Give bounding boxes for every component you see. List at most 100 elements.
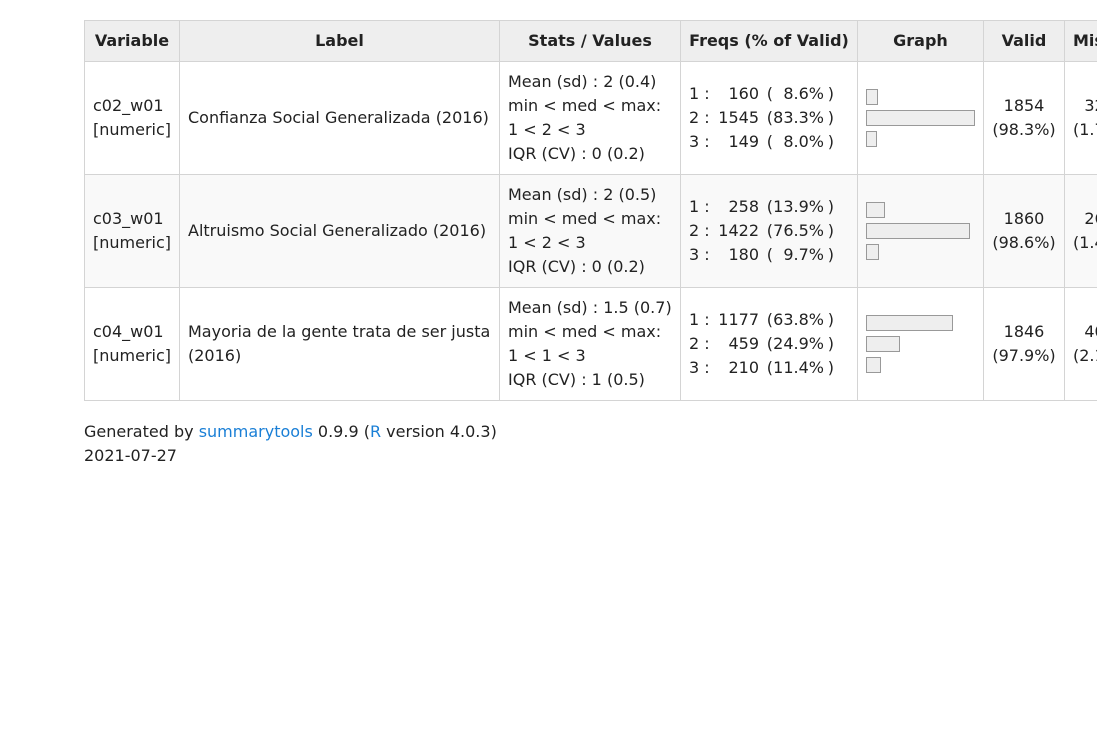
freq-level: 2 : — [689, 221, 710, 240]
valid-percent: (98.6%) — [992, 233, 1056, 252]
header-stats: Stats / Values — [499, 20, 681, 62]
table-row: c03_w01 [numeric] Altruismo Social Gener… — [84, 174, 1097, 288]
stats-line: min < med < max: — [508, 209, 662, 228]
freq-bar — [866, 89, 878, 105]
graph-cell — [857, 287, 984, 401]
freq-row: 3 : 180 ( 9.7% ) — [689, 243, 849, 267]
freq-bar — [866, 110, 975, 126]
freq-paren-close: ) — [827, 197, 834, 216]
freq-paren-open: ( — [766, 358, 773, 377]
freq-percent: 83.3% — [773, 108, 824, 127]
freq-percent: 24.9% — [773, 334, 824, 353]
freq-count: 160 — [728, 84, 759, 103]
freq-row: 1 : 1177 ( 63.8% ) — [689, 308, 849, 332]
freq-row: 1 : 258 ( 13.9% ) — [689, 195, 849, 219]
stats-line: 1 < 2 < 3 — [508, 233, 586, 252]
missing-count: 32 — [1084, 96, 1097, 115]
variable-cell: c02_w01 [numeric] — [84, 61, 180, 175]
missing-percent: (1.4%) — [1073, 233, 1097, 252]
freq-paren-close: ) — [827, 310, 834, 329]
header-variable: Variable — [84, 20, 180, 62]
valid-count: 1860 — [1003, 209, 1045, 228]
missing-count: 26 — [1084, 209, 1097, 228]
freq-level: 2 : — [689, 108, 710, 127]
freq-count: 210 — [728, 358, 759, 377]
freq-paren-open: ( — [766, 245, 773, 264]
stats-line: Mean (sd) : 2 (0.5) — [508, 185, 657, 204]
freq-row: 2 : 1422 ( 76.5% ) — [689, 219, 849, 243]
freq-count: 459 — [728, 334, 759, 353]
freqs-cell: 1 : 1177 ( 63.8% ) 2 : 459 ( 24.9% ) 3:… — [680, 287, 858, 401]
stats-line: 1 < 1 < 3 — [508, 346, 586, 365]
table-row: c04_w01 [numeric] Mayoria de la gente tr… — [84, 287, 1097, 401]
freq-level: 3 : — [689, 245, 710, 264]
freq-bar — [866, 336, 900, 352]
missing-percent: (2.1%) — [1073, 346, 1097, 365]
footer-pkg-version: 0.9.9 ( — [312, 422, 370, 441]
stats-line: Mean (sd) : 2 (0.4) — [508, 72, 657, 91]
header-freqs: Freqs (% of Valid) — [680, 20, 858, 62]
freq-level: 1 : — [689, 84, 710, 103]
footer-r-version: version 4.0.3) — [381, 422, 497, 441]
freq-paren-open: ( — [766, 197, 773, 216]
footer-generated-line: Generated by summarytools 0.9.9 (R versi… — [84, 420, 497, 444]
freqs-cell: 1 : 160 ( 8.6% ) 2 : 1545 ( 83.3% ) 3: … — [680, 61, 858, 175]
freq-row: 2 : 459 ( 24.9% ) — [689, 332, 849, 356]
header-valid: Valid — [983, 20, 1065, 62]
valid-cell: 1846 (97.9%) — [983, 287, 1065, 401]
freq-level: 1 : — [689, 310, 710, 329]
missing-percent: (1.7%) — [1073, 120, 1097, 139]
r-link[interactable]: R — [370, 422, 381, 441]
stats-cell: Mean (sd) : 2 (0.4) min < med < max: 1 <… — [499, 61, 681, 175]
freq-bar — [866, 315, 953, 331]
valid-cell: 1854 (98.3%) — [983, 61, 1065, 175]
freq-bar — [866, 131, 877, 147]
valid-percent: (97.9%) — [992, 346, 1056, 365]
footer-prefix: Generated by — [84, 422, 199, 441]
freq-percent: 8.0% — [783, 132, 824, 151]
freq-bar — [866, 223, 970, 239]
valid-percent: (98.3%) — [992, 120, 1056, 139]
freq-paren-open: ( — [766, 108, 773, 127]
stats-line: Mean (sd) : 1.5 (0.7) — [508, 298, 672, 317]
freq-percent: 11.4% — [773, 358, 824, 377]
freq-level: 3 : — [689, 358, 710, 377]
valid-cell: 1860 (98.6%) — [983, 174, 1065, 288]
variable-type: [numeric] — [93, 233, 172, 252]
freq-count: 149 — [728, 132, 759, 151]
header-graph: Graph — [857, 20, 984, 62]
label-cell: Altruismo Social Generalizado (2016) — [179, 174, 500, 288]
stats-line: IQR (CV) : 0 (0.2) — [508, 257, 645, 276]
freq-level: 3 : — [689, 132, 710, 151]
freq-count: 1422 — [718, 221, 759, 240]
freq-bar — [866, 357, 881, 373]
freq-paren-close: ) — [827, 108, 834, 127]
freq-paren-open: ( — [766, 310, 773, 329]
freq-bar — [866, 202, 885, 218]
variable-name: c04_w01 — [93, 322, 164, 341]
freq-row: 3 : 210 ( 11.4% ) — [689, 356, 849, 380]
variable-name: c03_w01 — [93, 209, 164, 228]
table-row: c02_w01 [numeric] Confianza Social Gener… — [84, 61, 1097, 175]
header-label: Label — [179, 20, 500, 62]
valid-count: 1854 — [1003, 96, 1045, 115]
stats-line: min < med < max: — [508, 96, 662, 115]
freq-count: 1177 — [718, 310, 759, 329]
freq-paren-close: ) — [827, 132, 834, 151]
freq-paren-open: ( — [766, 334, 773, 353]
freq-paren-close: ) — [827, 221, 834, 240]
freq-paren-close: ) — [827, 245, 834, 264]
summarytools-link[interactable]: summarytools — [199, 422, 313, 441]
footer-date: 2021-07-27 — [84, 446, 177, 465]
stats-line: 1 < 2 < 3 — [508, 120, 586, 139]
footer: Generated by summarytools 0.9.9 (R versi… — [84, 420, 497, 468]
missing-cell: 32 (1.7%) — [1064, 61, 1097, 175]
freq-count: 180 — [728, 245, 759, 264]
freq-count: 258 — [728, 197, 759, 216]
missing-cell: 26 (1.4%) — [1064, 174, 1097, 288]
graph-cell — [857, 61, 984, 175]
freq-bar — [866, 244, 879, 260]
missing-cell: 40 (2.1%) — [1064, 287, 1097, 401]
freq-row: 2 : 1545 ( 83.3% ) — [689, 106, 849, 130]
label-cell: Mayoria de la gente trata de ser justa (… — [179, 287, 500, 401]
